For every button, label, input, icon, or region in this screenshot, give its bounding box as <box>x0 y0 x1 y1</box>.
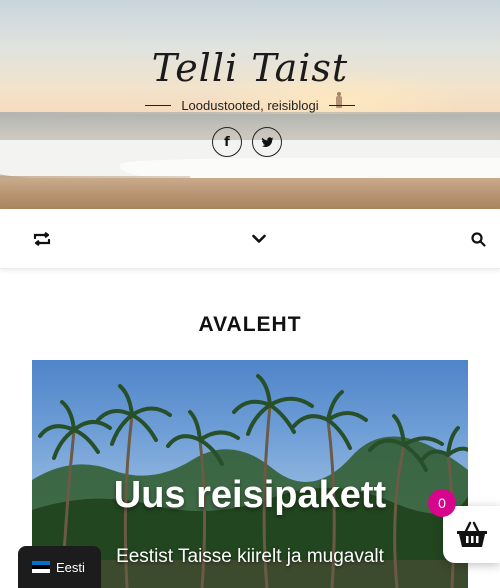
header-sand <box>0 178 500 209</box>
estonia-flag-icon <box>32 561 50 573</box>
tagline-row: Loodustooted, reisiblogi <box>136 96 364 114</box>
basket-icon <box>456 521 487 547</box>
page-heading: AVALEHT <box>198 313 302 336</box>
social-links: f <box>212 127 282 157</box>
search-icon <box>470 231 486 247</box>
cart-count-badge: 0 <box>428 489 456 517</box>
menu-toggle-button[interactable] <box>248 228 270 250</box>
cart-button[interactable] <box>443 506 500 563</box>
chevron-down-icon <box>252 234 266 243</box>
twitter-icon <box>261 136 273 147</box>
search-button[interactable] <box>467 228 489 250</box>
tagline-line-right <box>328 104 355 106</box>
facebook-icon: f <box>224 134 230 150</box>
random-post-button[interactable] <box>31 228 53 250</box>
nav-bar <box>0 209 500 269</box>
facebook-button[interactable]: f <box>212 127 242 157</box>
hero-title[interactable]: Uus reisipakett <box>32 474 468 517</box>
site-header: Telli Taist Loodustooted, reisiblogi f <box>0 0 500 209</box>
language-label: Eesti <box>56 559 85 575</box>
shuffle-arrows-icon <box>33 232 51 246</box>
language-switcher[interactable]: Eesti <box>18 546 101 588</box>
tagline: Loodustooted, reisiblogi <box>181 97 319 113</box>
site-title[interactable]: Telli Taist <box>0 46 500 90</box>
twitter-button[interactable] <box>252 127 282 157</box>
tagline-line-left <box>145 104 172 106</box>
